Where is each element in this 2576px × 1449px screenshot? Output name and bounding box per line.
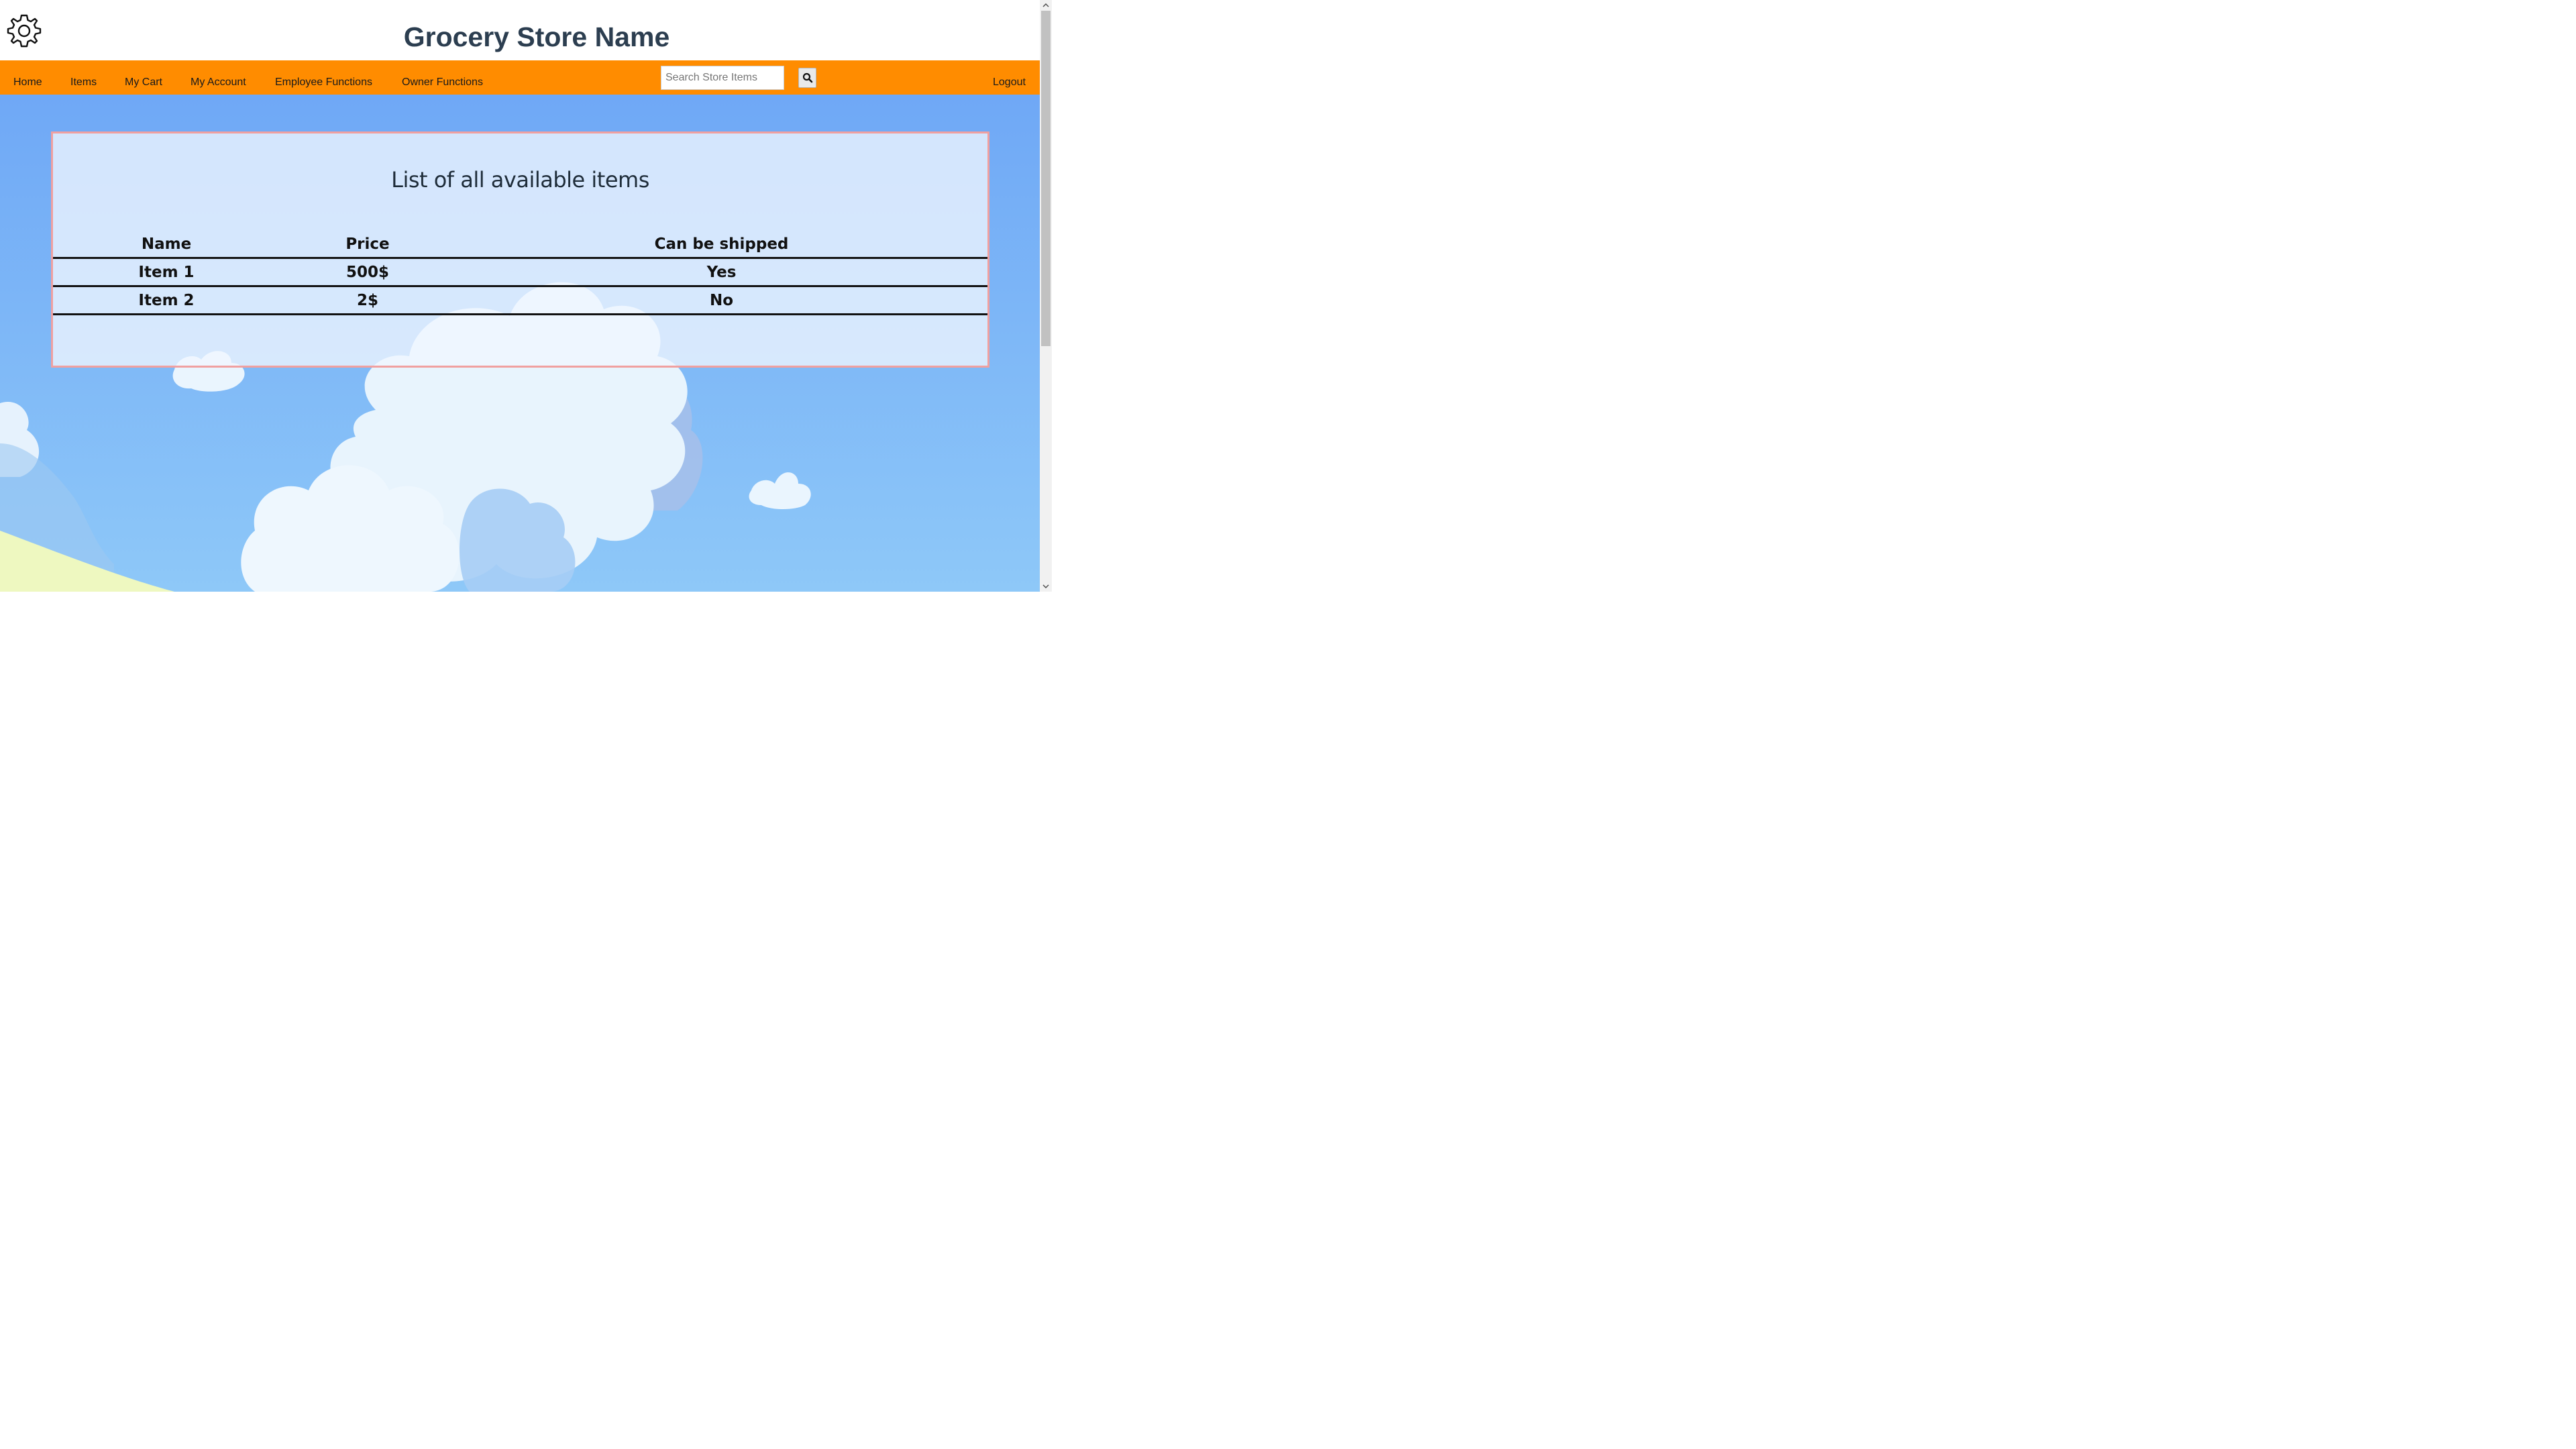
logout-link[interactable]: Logout <box>993 76 1026 89</box>
item-price-cell: 2$ <box>280 286 455 315</box>
search-icon <box>802 72 812 83</box>
panel-title: List of all available items <box>391 167 649 193</box>
nav-item-my-account[interactable]: My Account <box>191 76 246 89</box>
items-panel: List of all available items Name Price C… <box>51 131 989 368</box>
nav-bar: Home Items My Cart My Account Employee F… <box>0 60 1040 95</box>
search-button[interactable] <box>798 68 816 88</box>
items-table: Name Price Can be shipped Item 1 500$ Ye… <box>53 231 987 315</box>
nav-item-home[interactable]: Home <box>13 76 42 89</box>
column-header-name: Name <box>53 231 280 259</box>
item-shipping-cell: Yes <box>455 258 987 287</box>
column-header-price: Price <box>280 231 455 259</box>
table-row: Item 1 500$ Yes <box>53 258 987 287</box>
search-input[interactable] <box>661 66 784 90</box>
scroll-down-arrow-icon[interactable] <box>1040 581 1052 592</box>
table-header-row: Name Price Can be shipped <box>53 231 987 259</box>
site-title: Grocery Store Name <box>403 21 670 52</box>
nav-item-items[interactable]: Items <box>70 76 97 89</box>
item-name-cell: Item 1 <box>53 258 280 287</box>
page-header: Grocery Store Name <box>0 0 1040 60</box>
scroll-thumb[interactable] <box>1041 11 1051 346</box>
scroll-up-arrow-icon[interactable] <box>1040 0 1052 11</box>
item-price-cell: 500$ <box>280 258 455 287</box>
column-header-can-be-shipped: Can be shipped <box>455 231 987 259</box>
item-shipping-cell: No <box>455 286 987 315</box>
nav-item-my-cart[interactable]: My Cart <box>125 76 162 89</box>
nav-item-owner-functions[interactable]: Owner Functions <box>402 76 483 89</box>
vertical-scrollbar[interactable] <box>1040 0 1052 592</box>
table-row: Item 2 2$ No <box>53 286 987 315</box>
item-name-cell: Item 2 <box>53 286 280 315</box>
nav-item-employee-functions[interactable]: Employee Functions <box>275 76 372 89</box>
